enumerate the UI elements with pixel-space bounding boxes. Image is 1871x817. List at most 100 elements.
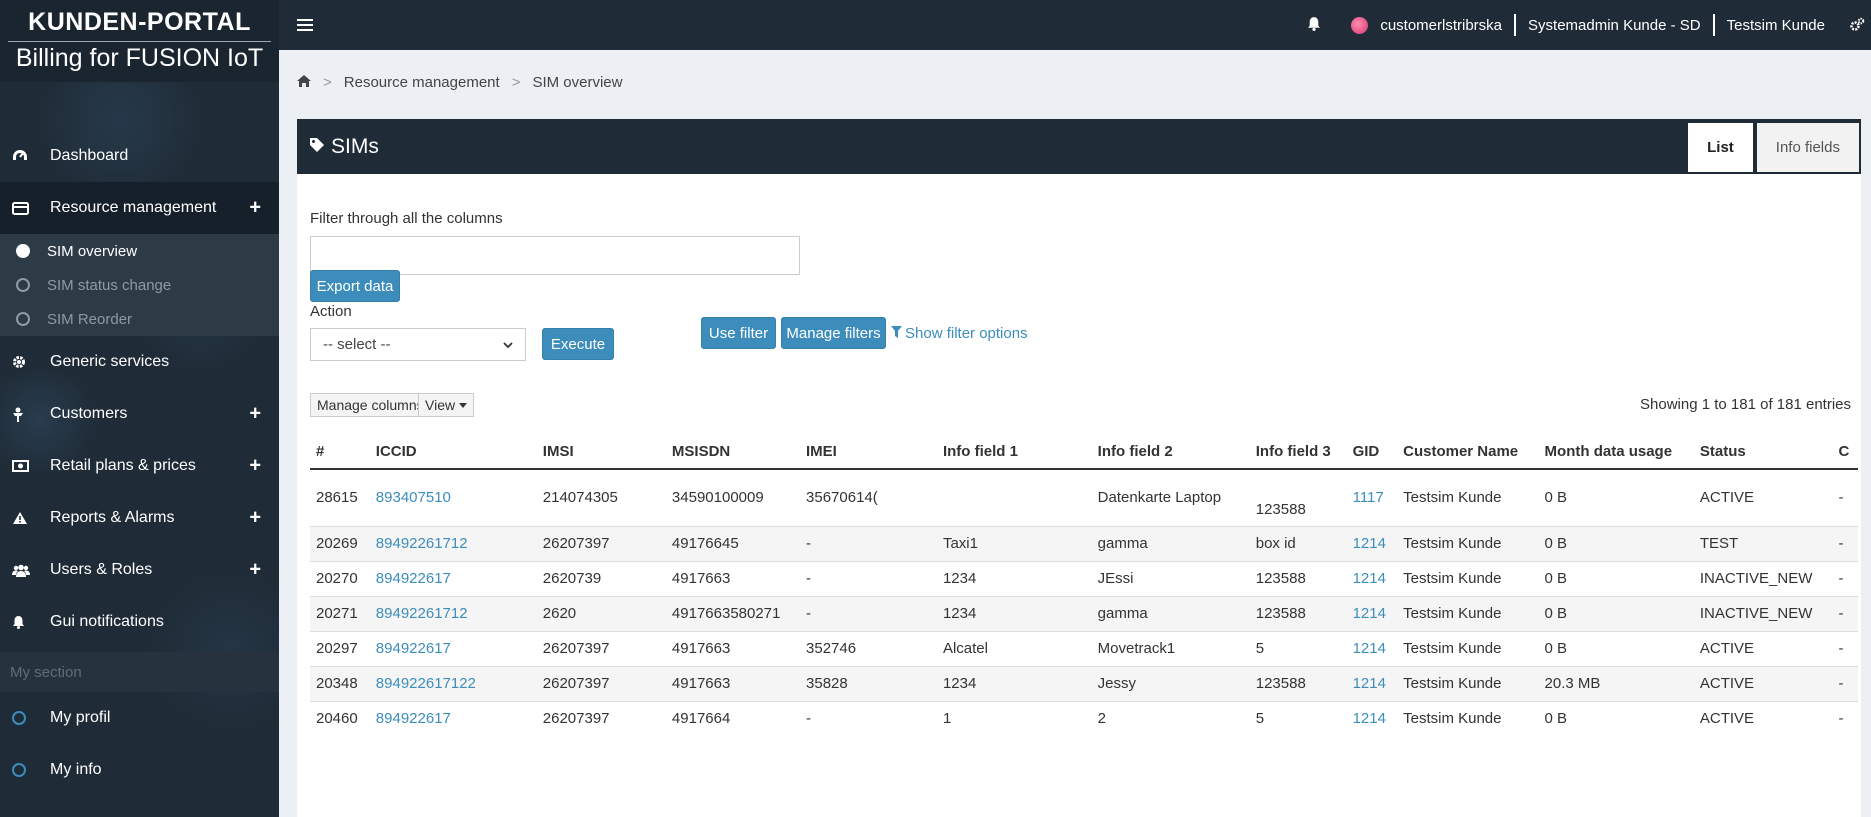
expand-plus-icon[interactable]: +	[249, 507, 261, 530]
sidebar-item-customers[interactable]: Customers +	[0, 388, 279, 440]
iccid-link[interactable]: 894922617122	[376, 675, 476, 692]
circle-icon	[16, 312, 30, 326]
iccid-link[interactable]: 894922617	[376, 570, 451, 587]
table-row[interactable]: 20348 894922617122 26207397 4917663 35828 123…	[310, 665, 1858, 701]
home-icon[interactable]	[297, 74, 311, 91]
breadcrumb-resource-management[interactable]: Resource management	[344, 74, 500, 91]
expand-plus-icon[interactable]: +	[249, 455, 261, 478]
hamburger-menu-icon[interactable]	[297, 16, 313, 34]
table-cell: -	[800, 525, 937, 561]
users-icon	[12, 564, 50, 577]
manage-filters-button[interactable]: Manage filters	[781, 317, 886, 349]
customer-name[interactable]: Testsim Kunde	[1715, 14, 1837, 36]
table-cell: 89492261712	[369, 525, 537, 561]
export-data-button[interactable]: Export data	[310, 270, 400, 302]
iccid-link[interactable]: 893407510	[376, 489, 451, 506]
bell-icon	[12, 615, 50, 629]
column-header[interactable]: Month data usage	[1538, 435, 1694, 470]
column-header[interactable]: Info field 3	[1249, 435, 1347, 470]
notification-bell-icon[interactable]	[1307, 16, 1321, 35]
iccid-link[interactable]: 894922617	[376, 640, 451, 657]
table-cell: gamma	[1091, 525, 1250, 561]
table-cell: 2620	[536, 595, 666, 631]
table-row[interactable]: 28615 893407510 214074305 34590100009 356706…	[310, 468, 1858, 526]
table-row[interactable]: 20269 89492261712 26207397 49176645- Taxi1 ga…	[310, 525, 1858, 561]
gid-link[interactable]: 1214	[1353, 640, 1386, 657]
settings-gears-icon[interactable]	[1837, 14, 1871, 36]
tab-list[interactable]: List	[1686, 121, 1755, 174]
table-row[interactable]: 20297 894922617 26207397 4917663 352746 Alcat…	[310, 630, 1858, 666]
sim-table: # ICCID IMSI MSISDN IMEI Info field 1 Info fie…	[310, 435, 1858, 736]
gid-link[interactable]: 1214	[1353, 710, 1386, 727]
table-row[interactable]: 20271 89492261712 2620 4917663580271-1234 ga…	[310, 595, 1858, 631]
table-cell: 1	[936, 700, 1092, 736]
panel-title: SIMs	[309, 135, 379, 159]
table-cell: -	[1832, 468, 1858, 526]
table-cell: 5	[1249, 700, 1347, 736]
sidebar-subitem-sim-overview[interactable]: SIM overview	[0, 234, 279, 268]
table-cell: 26207397	[536, 630, 666, 666]
table-cell: Testsim Kunde	[1397, 560, 1539, 596]
table-cell: Testsim Kunde	[1397, 525, 1539, 561]
column-header[interactable]: IMSI	[536, 435, 666, 470]
column-header[interactable]: MSISDN	[665, 435, 801, 470]
table-cell: 894922617122	[369, 665, 537, 701]
action-select[interactable]: -- select --	[310, 328, 526, 361]
iccid-link[interactable]: 894922617	[376, 710, 451, 727]
column-header[interactable]: C	[1832, 435, 1858, 470]
view-button[interactable]: View	[418, 393, 475, 417]
sidebar-item-my-info[interactable]: My info	[0, 744, 279, 796]
gid-link[interactable]: 1214	[1353, 570, 1386, 587]
table-row[interactable]: 20270 894922617 2620739 4917663-1234 JEssi 12…	[310, 560, 1858, 596]
table-cell: 28615	[310, 468, 370, 526]
expand-plus-icon[interactable]: +	[249, 197, 261, 220]
sidebar-item-my-profil[interactable]: My profil	[0, 692, 279, 744]
table-cell: 20269	[310, 525, 370, 561]
expand-plus-icon[interactable]: +	[249, 403, 261, 426]
column-header[interactable]: ICCID	[369, 435, 537, 470]
sidebar-item-resource-management[interactable]: Resource management +	[0, 182, 279, 234]
column-header[interactable]: Info field 1	[936, 435, 1092, 470]
iccid-link[interactable]: 89492261712	[376, 535, 468, 552]
panel-tabs: List Info fields	[1686, 121, 1861, 174]
column-header[interactable]: GID	[1346, 435, 1398, 470]
sidebar-item-generic-services[interactable]: Generic services	[0, 336, 279, 388]
table-cell: 214074305	[536, 468, 666, 526]
column-header[interactable]: IMEI	[800, 435, 937, 470]
sidebar-subitem-sim-status-change[interactable]: SIM status change	[0, 268, 279, 302]
brand-title: KUNDEN-PORTAL	[28, 8, 251, 36]
use-filter-button[interactable]: Use filter	[701, 317, 776, 349]
table-cell: 123588	[1249, 560, 1347, 596]
table-row[interactable]: 20460 894922617 26207397 4917664-1 2 5 1214 Tes…	[310, 700, 1858, 736]
table-cell: -	[1832, 700, 1858, 736]
gid-link[interactable]: 1214	[1353, 675, 1386, 692]
column-header[interactable]: Customer Name	[1397, 435, 1539, 470]
brand-logo[interactable]: KUNDEN-PORTAL Billing for FUSION IoT	[0, 0, 279, 82]
show-filter-options-link[interactable]: Show filter options	[891, 317, 1028, 349]
table-cell: 20348	[310, 665, 370, 701]
sidebar-item-retail-plans[interactable]: Retail plans & prices +	[0, 440, 279, 492]
iccid-link[interactable]: 89492261712	[376, 605, 468, 622]
gid-link[interactable]: 1214	[1353, 605, 1386, 622]
column-header[interactable]: Info field 2	[1091, 435, 1250, 470]
table-cell: ACTIVE	[1693, 665, 1833, 701]
sidebar-item-gui-notifications[interactable]: Gui notifications	[0, 596, 279, 648]
table-cell: 894922617	[369, 560, 537, 596]
gid-link[interactable]: 1214	[1353, 535, 1386, 552]
expand-plus-icon[interactable]: +	[249, 559, 261, 582]
sidebar-subitem-sim-reorder[interactable]: SIM Reorder	[0, 302, 279, 336]
execute-button[interactable]: Execute	[542, 328, 614, 360]
sidebar-item-users-roles[interactable]: Users & Roles +	[0, 544, 279, 596]
column-header[interactable]: Status	[1693, 435, 1833, 470]
gid-link[interactable]: 1117	[1353, 489, 1384, 506]
caret-down-icon	[459, 402, 468, 408]
chevron-down-icon	[503, 336, 513, 353]
tab-info-fields[interactable]: Info fields	[1754, 121, 1861, 174]
sidebar-item-reports-alarms[interactable]: Reports & Alarms +	[0, 492, 279, 544]
user-role[interactable]: Systemadmin Kunde - SD	[1516, 14, 1713, 36]
user-name[interactable]: customerlstribrska	[1368, 14, 1514, 36]
gear-icon	[12, 355, 50, 369]
user-avatar-icon[interactable]	[1351, 16, 1369, 34]
column-header[interactable]: #	[310, 435, 370, 470]
sidebar-item-dashboard[interactable]: Dashboard	[0, 130, 279, 182]
